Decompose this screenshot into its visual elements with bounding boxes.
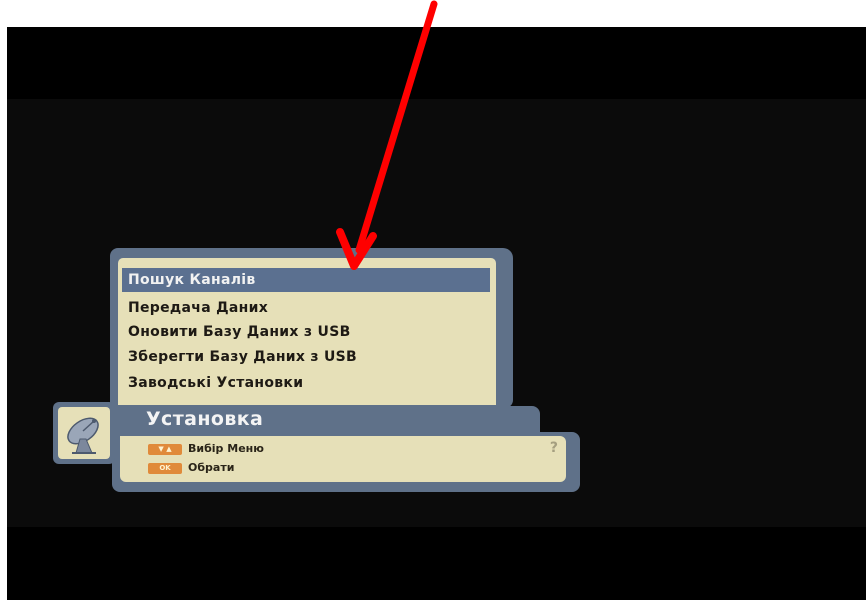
menu-item-update-database-usb[interactable]: Оновити Базу Даних з USB bbox=[122, 320, 490, 344]
arrow-keys-icon: ▼ ▲ bbox=[148, 444, 182, 455]
letterbox-top bbox=[7, 27, 866, 99]
help-ok-label: Обрати bbox=[188, 461, 235, 474]
panel-title: Установка bbox=[146, 408, 264, 430]
help-select-label: Вибір Меню bbox=[188, 442, 264, 455]
letterbox-bottom bbox=[7, 527, 866, 600]
icon-frame bbox=[53, 402, 115, 464]
menu-item-save-database-usb[interactable]: Зберегти Базу Даних з USB bbox=[122, 345, 490, 369]
menu-item-factory-settings[interactable]: Заводські Установки bbox=[122, 371, 490, 395]
help-question-icon: ? bbox=[549, 440, 558, 456]
menu-panel: Пошук Каналів Передача Даних Оновити Баз… bbox=[110, 248, 513, 408]
ok-key-icon: OK bbox=[148, 463, 182, 474]
menu-item-channel-search[interactable]: Пошук Каналів bbox=[122, 268, 490, 292]
menu-item-data-transfer[interactable]: Передача Даних bbox=[122, 296, 490, 320]
satellite-dish-icon bbox=[67, 417, 99, 454]
help-area: ▼ ▲ Вибір Меню OK Обрати ? bbox=[120, 436, 566, 482]
help-panel: ▼ ▲ Вибір Меню OK Обрати ? bbox=[112, 432, 580, 492]
menu-list: Пошук Каналів Передача Даних Оновити Баз… bbox=[118, 258, 496, 405]
